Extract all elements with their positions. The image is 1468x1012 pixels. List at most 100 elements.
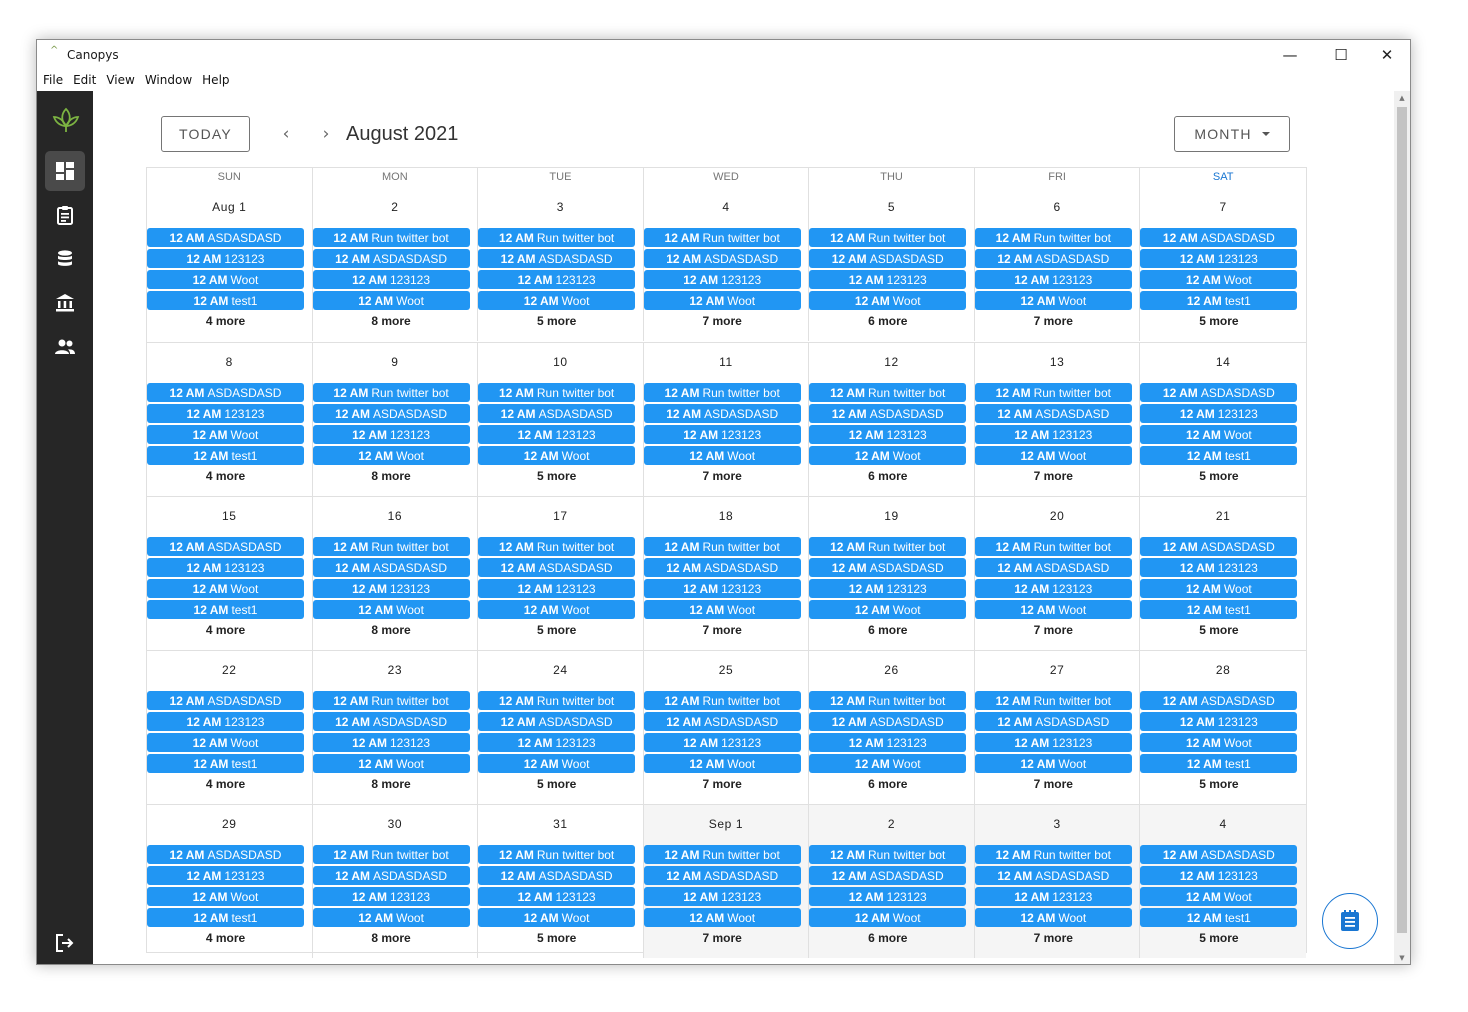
event-chip[interactable]: 12 AM Woot [312,291,470,310]
event-chip[interactable]: 12 AM 123123 [809,579,967,598]
day-number[interactable]: 25 [644,663,809,677]
event-chip[interactable]: 12 AM Woot [147,270,304,289]
event-chip[interactable]: 12 AM ASDASDASD [312,249,470,268]
day-number[interactable]: Aug 1 [147,200,312,214]
event-chip[interactable]: 12 AM Run twitter bot [974,845,1132,864]
day-cell[interactable]: 2 12 AM Run twitter bot 12 AM ASDASDASD 12 AM… [312,188,479,341]
event-chip[interactable]: 12 AM ASDASDASD [974,249,1132,268]
more-events-link[interactable]: 5 more [1140,467,1297,485]
event-chip[interactable]: 12 AM ASDASDASD [478,866,636,885]
day-number[interactable]: 27 [975,663,1140,677]
day-cell[interactable]: 3 12 AM Run twitter bot 12 AM ASDASDASD 12 AM… [974,805,1141,958]
day-number[interactable]: 10 [478,355,643,369]
event-chip[interactable]: 12 AM ASDASDASD [312,558,470,577]
more-events-link[interactable]: 7 more [644,929,801,947]
day-cell[interactable]: 14 12 AM ASDASDASD 12 AM 123123 12 AM Woot 12 A… [1140,343,1306,496]
event-chip[interactable]: 12 AM test1 [147,291,304,310]
event-chip[interactable]: 12 AM ASDASDASD [312,404,470,423]
event-chip[interactable]: 12 AM 123123 [809,887,967,906]
event-chip[interactable]: 12 AM Run twitter bot [312,228,470,247]
event-chip[interactable]: 12 AM 123123 [974,887,1132,906]
more-events-link[interactable]: 5 more [1140,775,1297,793]
day-number[interactable]: 8 [147,355,312,369]
day-number[interactable]: 3 [478,200,643,214]
day-cell[interactable]: 22 12 AM ASDASDASD 12 AM 123123 12 AM Woot 12 A… [147,651,313,804]
day-number[interactable]: Sep 1 [644,817,809,831]
event-chip[interactable]: 12 AM ASDASDASD [809,712,967,731]
scrollbar-thumb[interactable] [1397,107,1407,933]
day-cell[interactable]: 26 12 AM Run twitter bot 12 AM ASDASDASD 12 A… [809,651,975,804]
event-chip[interactable]: 12 AM ASDASDASD [1140,691,1298,710]
event-chip[interactable]: 12 AM ASDASDASD [1140,537,1298,556]
event-chip[interactable]: 12 AM ASDASDASD [1140,383,1298,402]
event-chip[interactable]: 12 AM Run twitter bot [809,691,967,710]
event-chip[interactable]: 12 AM Woot [809,600,967,619]
more-events-link[interactable]: 7 more [975,621,1132,639]
day-cell[interactable]: 6 12 AM Run twitter bot 12 AM ASDASDASD 12 AM… [974,188,1141,341]
more-events-link[interactable]: 7 more [975,775,1132,793]
today-button[interactable]: TODAY [161,116,250,152]
event-chip[interactable]: 12 AM Woot [809,446,967,465]
event-chip[interactable]: 12 AM Woot [809,908,967,927]
event-chip[interactable]: 12 AM ASDASDASD [643,866,801,885]
day-cell[interactable]: 4 12 AM Run twitter bot 12 AM ASDASDASD 12 AM… [643,188,810,341]
more-events-link[interactable]: 4 more [147,312,304,330]
day-number[interactable]: 11 [644,355,809,369]
more-events-link[interactable]: 7 more [644,467,801,485]
event-chip[interactable]: 12 AM 123123 [974,733,1132,752]
event-chip[interactable]: 12 AM ASDASDASD [809,866,967,885]
event-chip[interactable]: 12 AM Woot [974,291,1132,310]
event-chip[interactable]: 12 AM Run twitter bot [478,383,636,402]
event-chip[interactable]: 12 AM test1 [147,908,304,927]
day-number[interactable]: 5 [809,200,974,214]
more-events-link[interactable]: 6 more [809,775,966,793]
day-number[interactable]: 29 [147,817,312,831]
more-events-link[interactable]: 6 more [809,929,966,947]
more-events-link[interactable]: 4 more [147,467,304,485]
more-events-link[interactable]: 6 more [809,467,966,485]
nav-database[interactable] [45,239,85,279]
event-chip[interactable]: 12 AM ASDASDASD [974,866,1132,885]
day-cell[interactable]: 8 12 AM ASDASDASD 12 AM 123123 12 AM Woot 12 AM… [147,343,313,496]
event-chip[interactable]: 12 AM Run twitter bot [809,537,967,556]
event-chip[interactable]: 12 AM ASDASDASD [147,845,304,864]
day-cell[interactable]: 9 12 AM Run twitter bot 12 AM ASDASDASD 12 AM… [312,343,479,496]
more-events-link[interactable]: 5 more [478,775,635,793]
day-cell[interactable]: 29 12 AM ASDASDASD 12 AM 123123 12 AM Woot 12 A… [147,805,313,958]
day-number[interactable]: 16 [313,509,478,523]
view-type-dropdown[interactable]: MONTH [1174,116,1290,152]
event-chip[interactable]: 12 AM Run twitter bot [643,845,801,864]
event-chip[interactable]: 12 AM Run twitter bot [312,383,470,402]
minimize-button[interactable]: — [1267,40,1313,70]
day-number[interactable]: 15 [147,509,312,523]
event-chip[interactable]: 12 AM Woot [643,446,801,465]
event-chip[interactable]: 12 AM 123123 [478,733,636,752]
event-chip[interactable]: 12 AM 123123 [643,270,801,289]
event-chip[interactable]: 12 AM Woot [478,908,636,927]
more-events-link[interactable]: 4 more [147,775,304,793]
event-chip[interactable]: 12 AM Run twitter bot [974,537,1132,556]
event-chip[interactable]: 12 AM 123123 [147,404,304,423]
day-cell[interactable]: 28 12 AM ASDASDASD 12 AM 123123 12 AM Woot 12 A… [1140,651,1306,804]
scroll-up-icon[interactable]: ▲ [1394,91,1410,105]
day-number[interactable]: 4 [1140,817,1306,831]
event-chip[interactable]: 12 AM Woot [643,600,801,619]
day-number[interactable]: 17 [478,509,643,523]
event-chip[interactable]: 12 AM Woot [974,908,1132,927]
more-events-link[interactable]: 5 more [478,467,635,485]
more-events-link[interactable]: 5 more [1140,929,1297,947]
event-chip[interactable]: 12 AM Run twitter bot [809,228,967,247]
day-cell[interactable]: 25 12 AM Run twitter bot 12 AM ASDASDASD 12 A… [643,651,810,804]
event-chip[interactable]: 12 AM Woot [1140,425,1298,444]
day-number[interactable]: 19 [809,509,974,523]
event-chip[interactable]: 12 AM Woot [478,600,636,619]
menu-view[interactable]: View [106,73,134,87]
event-chip[interactable]: 12 AM 123123 [147,249,304,268]
day-cell[interactable]: 30 12 AM Run twitter bot 12 AM ASDASDASD 12 A… [312,805,479,958]
event-chip[interactable]: 12 AM 123123 [1140,712,1298,731]
event-chip[interactable]: 12 AM ASDASDASD [809,404,967,423]
event-chip[interactable]: 12 AM Run twitter bot [312,691,470,710]
day-cell[interactable]: 21 12 AM ASDASDASD 12 AM 123123 12 AM Woot 12 A… [1140,497,1306,650]
day-number[interactable]: 22 [147,663,312,677]
event-chip[interactable]: 12 AM Run twitter bot [312,537,470,556]
